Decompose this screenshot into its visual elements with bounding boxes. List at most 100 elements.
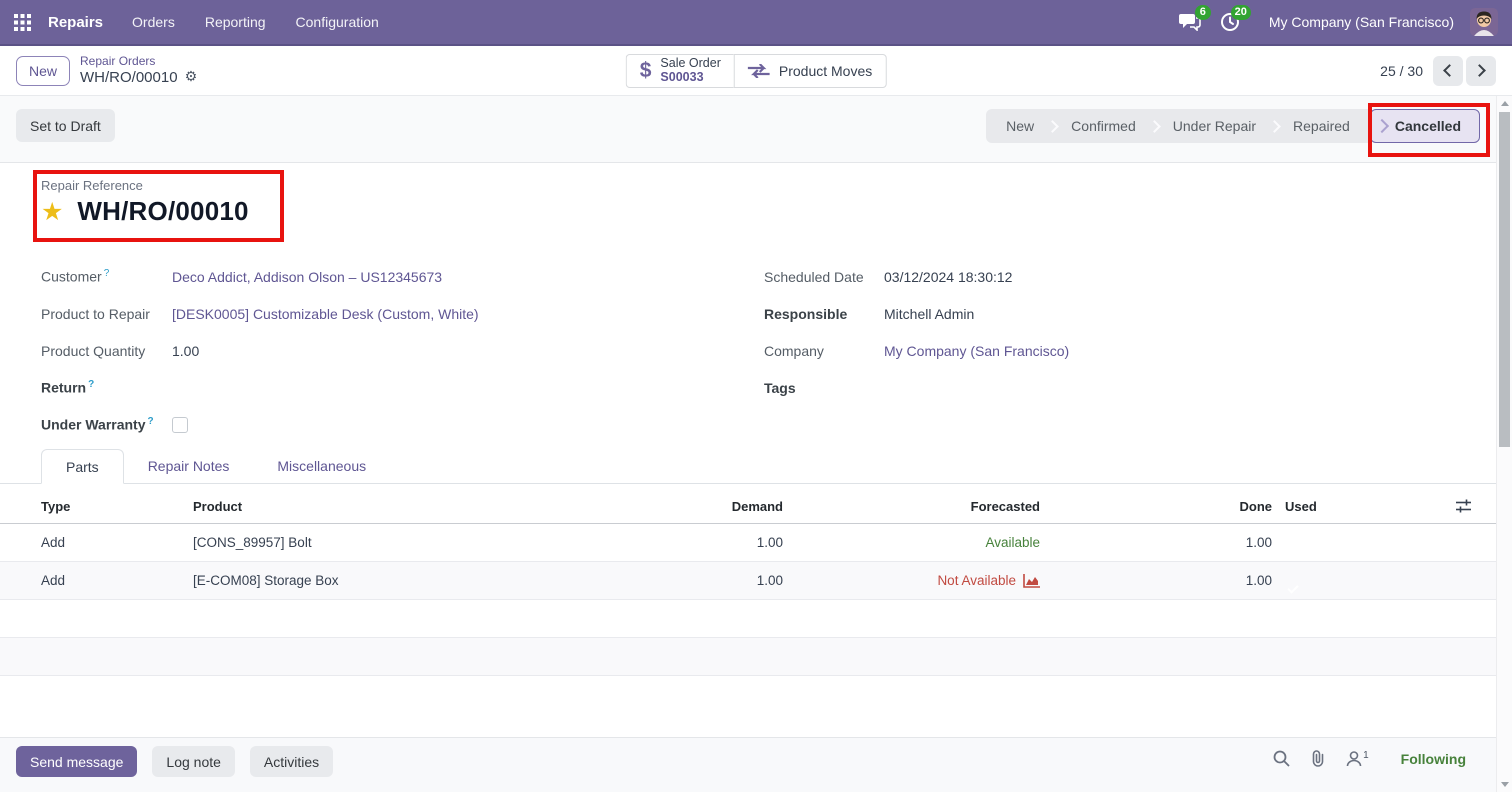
header-done[interactable]: Done bbox=[1040, 499, 1272, 514]
not-available-text: Not Available bbox=[937, 573, 1016, 588]
tab-repair-notes[interactable]: Repair Notes bbox=[124, 448, 254, 483]
attachments-button[interactable] bbox=[1310, 750, 1326, 767]
parts-table-row[interactable]: Add [E-COM08] Storage Box 1.00 Not Avail… bbox=[0, 562, 1496, 600]
favorite-star-icon[interactable]: ★ bbox=[41, 199, 63, 224]
scroll-down-arrow-icon[interactable] bbox=[1501, 782, 1509, 787]
company-label: Company bbox=[764, 343, 884, 359]
chatter-bar: Send message Log note Activities bbox=[0, 737, 1496, 792]
stage-under-repair[interactable]: Under Repair bbox=[1159, 118, 1270, 134]
field-product-to-repair: Product to Repair [DESK0005] Customizabl… bbox=[41, 295, 701, 332]
app-name[interactable]: Repairs bbox=[44, 14, 117, 31]
responsible-label: Responsible bbox=[764, 306, 884, 322]
form-status-bar: Set to Draft New Confirmed Under Repair … bbox=[0, 96, 1496, 163]
header-demand[interactable]: Demand bbox=[683, 499, 783, 514]
sale-order-value: S00033 bbox=[660, 71, 720, 85]
field-product-quantity: Product Quantity 1.00 bbox=[41, 332, 701, 369]
parts-table: Type Product Demand Forecasted Done Used bbox=[0, 489, 1496, 676]
menu-orders[interactable]: Orders bbox=[117, 0, 190, 44]
tab-miscellaneous[interactable]: Miscellaneous bbox=[253, 448, 390, 483]
field-scheduled-date: Scheduled Date 03/12/2024 18:30:12 bbox=[764, 258, 1444, 295]
tab-parts[interactable]: Parts bbox=[41, 449, 124, 484]
followers-button[interactable]: 1 bbox=[1346, 750, 1369, 767]
responsible-value[interactable]: Mitchell Admin bbox=[884, 306, 974, 322]
activities-button[interactable]: 20 bbox=[1215, 7, 1245, 37]
messages-badge: 6 bbox=[1195, 5, 1211, 20]
notebook-tabs: Parts Repair Notes Miscellaneous bbox=[0, 449, 1496, 484]
user-avatar[interactable] bbox=[1470, 8, 1498, 36]
search-icon bbox=[1273, 750, 1290, 767]
stage-confirmed[interactable]: Confirmed bbox=[1057, 118, 1150, 134]
parts-table-row[interactable]: Add [CONS_89957] Bolt 1.00 Available 1.0… bbox=[0, 524, 1496, 562]
company-switcher[interactable]: My Company (San Francisco) bbox=[1269, 14, 1454, 30]
forecast-chart-icon[interactable] bbox=[1023, 574, 1040, 588]
under-warranty-checkbox[interactable] bbox=[172, 417, 188, 433]
pager-next-button[interactable] bbox=[1466, 56, 1496, 86]
breadcrumb-current-label: WH/RO/00010 bbox=[80, 69, 178, 86]
field-return: Return? bbox=[41, 369, 701, 406]
chatter-tools: 1 Following bbox=[1273, 750, 1466, 767]
sale-order-label: Sale Order bbox=[660, 57, 720, 71]
new-button[interactable]: New bbox=[16, 56, 70, 86]
cell-product: [E-COM08] Storage Box bbox=[193, 573, 683, 588]
company-value-link[interactable]: My Company (San Francisco) bbox=[884, 343, 1069, 359]
help-icon: ? bbox=[104, 268, 110, 279]
pager-buttons bbox=[1433, 56, 1496, 86]
field-tags: Tags bbox=[764, 369, 1444, 406]
product-to-repair-value-link[interactable]: [DESK0005] Customizable Desk (Custom, Wh… bbox=[172, 306, 479, 322]
product-moves-label: Product Moves bbox=[779, 63, 872, 79]
set-to-draft-button[interactable]: Set to Draft bbox=[16, 109, 115, 142]
scrollbar-thumb[interactable] bbox=[1499, 112, 1510, 447]
optional-columns-button[interactable] bbox=[1455, 499, 1471, 513]
header-type[interactable]: Type bbox=[41, 499, 193, 514]
parts-table-empty-row[interactable] bbox=[0, 638, 1496, 676]
product-quantity-value[interactable]: 1.00 bbox=[172, 343, 199, 359]
cell-done: 1.00 bbox=[1040, 573, 1272, 588]
paperclip-icon bbox=[1310, 750, 1326, 767]
log-note-button[interactable]: Log note bbox=[152, 746, 235, 777]
sliders-icon bbox=[1456, 499, 1471, 513]
cell-demand: 1.00 bbox=[683, 535, 783, 550]
customer-value-link[interactable]: Deco Addict, Addison Olson – US12345673 bbox=[172, 269, 442, 285]
gear-icon[interactable]: ⚙ bbox=[185, 69, 198, 85]
field-column-right: Scheduled Date 03/12/2024 18:30:12 Respo… bbox=[764, 258, 1444, 406]
smart-buttons: $ Sale Order S00033 Product Moves bbox=[626, 54, 887, 88]
stage-buttons: New Confirmed Under Repair Repaired Canc… bbox=[986, 109, 1480, 143]
parts-table-empty-row[interactable] bbox=[0, 600, 1496, 638]
product-moves-button[interactable]: Product Moves bbox=[734, 54, 886, 88]
dollar-icon: $ bbox=[640, 59, 652, 83]
apps-menu-icon[interactable] bbox=[0, 0, 44, 44]
field-customer: Customer? Deco Addict, Addison Olson – U… bbox=[41, 258, 701, 295]
sale-order-button[interactable]: $ Sale Order S00033 bbox=[626, 54, 734, 88]
vertical-scrollbar[interactable] bbox=[1496, 96, 1512, 792]
breadcrumb-current: WH/RO/00010 ⚙ bbox=[80, 69, 197, 86]
stage-group: New Confirmed Under Repair Repaired bbox=[986, 109, 1370, 143]
stage-new[interactable]: New bbox=[992, 118, 1048, 134]
search-messages-button[interactable] bbox=[1273, 750, 1290, 767]
field-company: Company My Company (San Francisco) bbox=[764, 332, 1444, 369]
activities-button-chatter[interactable]: Activities bbox=[250, 746, 333, 777]
header-used[interactable]: Used bbox=[1272, 499, 1320, 514]
menu-reporting[interactable]: Reporting bbox=[190, 0, 281, 44]
product-quantity-label: Product Quantity bbox=[41, 343, 172, 359]
breadcrumb-parent[interactable]: Repair Orders bbox=[80, 55, 197, 69]
pager: 25 / 30 bbox=[1380, 56, 1496, 86]
pager-count: 25 / 30 bbox=[1380, 63, 1423, 79]
stage-cancelled-active[interactable]: Cancelled bbox=[1370, 109, 1480, 143]
header-product[interactable]: Product bbox=[193, 499, 683, 514]
following-toggle[interactable]: Following bbox=[1401, 751, 1466, 767]
scheduled-date-value[interactable]: 03/12/2024 18:30:12 bbox=[884, 269, 1012, 285]
avatar-image bbox=[1470, 8, 1498, 36]
cell-demand: 1.00 bbox=[683, 573, 783, 588]
send-message-button[interactable]: Send message bbox=[16, 746, 137, 777]
menu-configuration[interactable]: Configuration bbox=[281, 0, 394, 44]
header-forecasted[interactable]: Forecasted bbox=[783, 499, 1040, 514]
stage-repaired[interactable]: Repaired bbox=[1279, 118, 1364, 134]
pager-previous-button[interactable] bbox=[1433, 56, 1463, 86]
help-icon: ? bbox=[88, 379, 94, 390]
form-sheet: Repair Reference ★ WH/RO/00010 Customer?… bbox=[0, 163, 1496, 737]
scroll-up-arrow-icon[interactable] bbox=[1501, 101, 1509, 106]
navbar-right: 6 20 My Company (San Francisco) bbox=[1175, 7, 1512, 37]
messages-button[interactable]: 6 bbox=[1175, 7, 1205, 37]
chevron-left-icon bbox=[1443, 64, 1456, 77]
help-icon: ? bbox=[148, 416, 154, 427]
